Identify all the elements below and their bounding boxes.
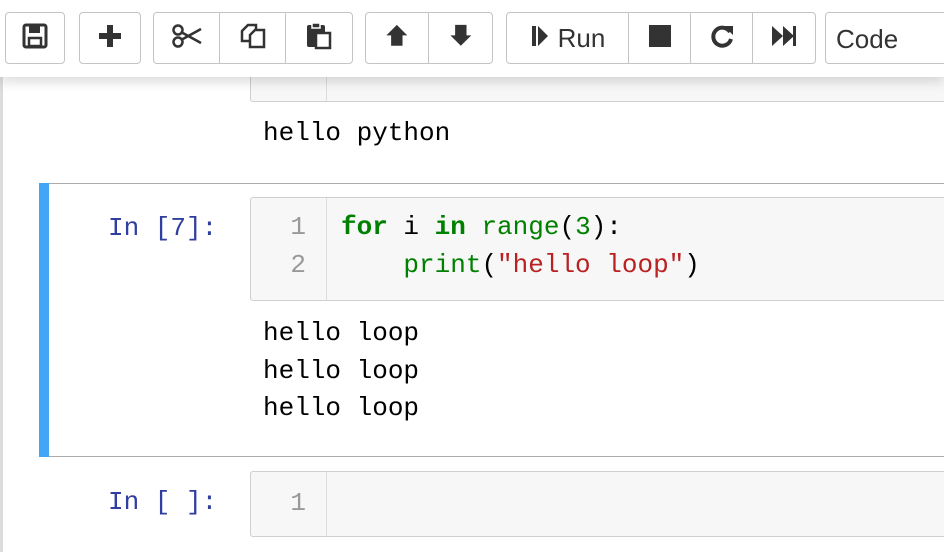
step-forward-icon bbox=[530, 24, 550, 53]
code-line: print("hello loop") bbox=[341, 250, 700, 280]
cell-type-select[interactable]: Code bbox=[825, 12, 944, 64]
identifier-token: i bbox=[387, 212, 435, 242]
paste-icon bbox=[305, 21, 333, 55]
arrow-up-icon bbox=[384, 23, 410, 54]
keyword-token: in bbox=[434, 212, 466, 242]
previous-cell-output: hello python bbox=[263, 118, 451, 148]
indent-token bbox=[341, 250, 403, 280]
restart-icon bbox=[709, 23, 735, 54]
copy-icon bbox=[239, 22, 267, 55]
plus-icon bbox=[97, 23, 123, 54]
output-line: hello loop bbox=[263, 318, 420, 348]
cut-icon bbox=[171, 23, 203, 54]
line-number: 2 bbox=[290, 250, 306, 280]
notebook-toolbar: Run Code bbox=[0, 0, 944, 77]
run-button-group: Run bbox=[506, 12, 816, 64]
copy-button[interactable] bbox=[220, 13, 286, 63]
arrow-down-icon bbox=[448, 23, 474, 54]
interrupt-button[interactable] bbox=[629, 13, 691, 63]
move-button-group bbox=[365, 12, 493, 64]
edit-button-group bbox=[153, 12, 353, 64]
code-line: for i in range(3): bbox=[341, 212, 622, 242]
number-token: 3 bbox=[575, 212, 591, 242]
punctuation-token: ( bbox=[559, 212, 576, 242]
run-all-button[interactable] bbox=[753, 13, 815, 63]
move-up-button[interactable] bbox=[366, 13, 430, 63]
output-line: hello loop bbox=[263, 393, 420, 423]
code-editor[interactable]: 1 2 for i in range(3): print("hello loop… bbox=[250, 197, 944, 301]
run-button-label: Run bbox=[557, 22, 606, 53]
fast-forward-icon bbox=[770, 24, 798, 53]
insert-cell-button[interactable] bbox=[79, 12, 141, 64]
builtin-token: range bbox=[465, 212, 560, 242]
selected-cell-indicator bbox=[39, 183, 49, 457]
move-down-button[interactable] bbox=[429, 13, 492, 63]
string-token: "hello loop" bbox=[497, 250, 685, 280]
punctuation-token: ( bbox=[481, 250, 498, 280]
save-icon bbox=[22, 23, 48, 54]
punctuation-token: ): bbox=[590, 212, 622, 242]
line-number-gutter: 1 bbox=[251, 472, 327, 536]
output-line: hello loop bbox=[263, 356, 420, 386]
stop-icon bbox=[648, 24, 672, 53]
restart-button[interactable] bbox=[691, 13, 753, 63]
paste-button[interactable] bbox=[286, 13, 352, 63]
input-prompt: In [ ]: bbox=[108, 487, 218, 517]
punctuation-token: ) bbox=[684, 250, 700, 280]
line-number: 1 bbox=[290, 488, 306, 518]
builtin-token: print bbox=[403, 250, 482, 280]
line-number: 1 bbox=[290, 212, 306, 242]
save-button[interactable] bbox=[5, 12, 65, 64]
run-button[interactable]: Run bbox=[507, 13, 629, 63]
keyword-token: for bbox=[341, 212, 388, 242]
empty-code-editor[interactable]: 1 bbox=[250, 471, 944, 537]
cut-button[interactable] bbox=[154, 13, 220, 63]
notebook: hello python In [7]: 1 2 for i in range(… bbox=[0, 0, 944, 552]
line-number-gutter: 1 2 bbox=[251, 198, 327, 300]
input-prompt: In [7]: bbox=[108, 213, 218, 243]
